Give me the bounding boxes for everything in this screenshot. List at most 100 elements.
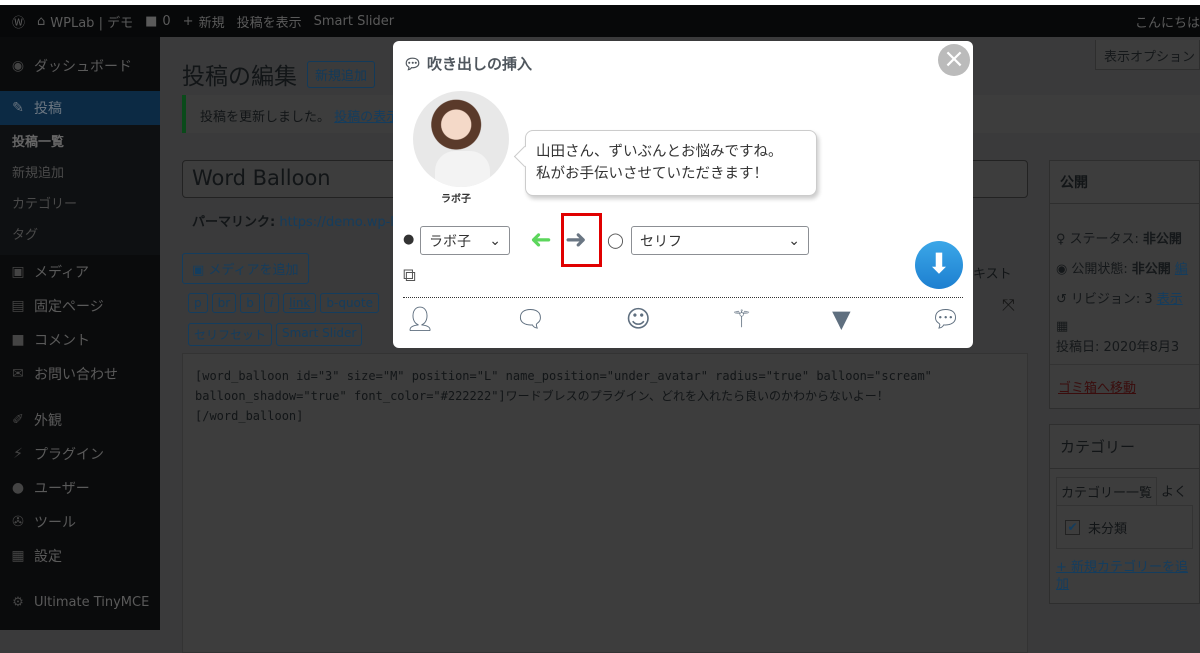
- dashboard-icon: ◉: [11, 58, 25, 74]
- publish-box: 公開 ♀ ステータス: 非公開 ◉ 公開状態: 非公開編 ↺ リビジョン: 3 表示 ▦…: [1049, 160, 1200, 409]
- site-link[interactable]: ⌂ WPLab | デモ: [37, 12, 133, 31]
- settings-icon: ▦: [11, 548, 25, 564]
- add-new-button[interactable]: 新規追加: [307, 60, 376, 88]
- plugin-icon: ⚡: [13, 446, 23, 462]
- quicktag-br[interactable]: br: [211, 293, 237, 313]
- sidebar-item-contact[interactable]: ✉ お問い合わせ: [0, 357, 160, 391]
- wrench-icon: ✇: [12, 514, 24, 530]
- smart-slider-link[interactable]: Smart Slider: [314, 14, 395, 29]
- greeting[interactable]: こんにちは: [1135, 12, 1200, 31]
- category-box: カテゴリー カテゴリー一覧 よく ✔ 未分類 + 新規カテゴリーを追加: [1049, 424, 1200, 604]
- screen-options-button[interactable]: 表示オプション: [1095, 40, 1200, 70]
- quicktag-serif-set[interactable]: セリフセット: [188, 323, 273, 346]
- sidebar-item-tools[interactable]: ✇ ツール: [0, 505, 160, 539]
- add-media-button[interactable]: ▣ メディアを追加: [182, 253, 309, 284]
- user-icon: ●: [403, 232, 415, 247]
- mail-icon: ✉: [12, 366, 24, 382]
- speech-bubble-icon: 💬︎: [403, 54, 423, 73]
- arrow-left-icon[interactable]: ➜: [530, 225, 552, 255]
- edit-visibility-link[interactable]: 編: [1175, 261, 1188, 278]
- gear-icon: ⚙: [12, 594, 24, 610]
- top-strip: [0, 0, 1200, 5]
- pin-icon: ✎: [12, 100, 24, 116]
- filter-tab-icon[interactable]: ▼: [832, 305, 850, 333]
- revision-link[interactable]: 表示: [1157, 291, 1183, 308]
- sidebar-item-ultimate-tinymce[interactable]: ⚙ Ultimate TinyMCE: [0, 585, 160, 619]
- permalink: パーマリンク: https://demo.wp-lab: [192, 215, 411, 230]
- eye-icon: ◉: [1056, 261, 1068, 277]
- sidebar-sub-categories[interactable]: カテゴリー: [0, 187, 160, 218]
- quicktag-bquote[interactable]: b-quote: [320, 293, 379, 313]
- copy-icon[interactable]: ⧉: [403, 265, 416, 286]
- dialog-title: 吹き出しの挿入: [427, 55, 533, 73]
- permalink-link[interactable]: https://demo.wp-lab: [279, 215, 410, 230]
- add-category-link[interactable]: + 新規カテゴリーを追加: [1056, 559, 1193, 593]
- media-icon: ▣: [192, 263, 209, 278]
- speech-bubble-outline-icon: ◯: [607, 231, 624, 249]
- sidebar-item-pages[interactable]: ▤ 固定ページ: [0, 289, 160, 323]
- quicktag-smart-slider[interactable]: Smart Slider: [276, 323, 363, 346]
- comment-icon: ■: [11, 332, 25, 348]
- pin-icon: ♀: [1056, 231, 1066, 247]
- date-row: ▦ 投稿日: 2020年8月3: [1056, 319, 1180, 355]
- tab-popular[interactable]: よく: [1157, 477, 1191, 505]
- sidebar-item-appearance[interactable]: ✐ 外観: [0, 403, 160, 437]
- sidebar-item-users[interactable]: ● ユーザー: [0, 471, 160, 505]
- sidebar-item-comments[interactable]: ■ コメント: [0, 323, 160, 357]
- view-post-link[interactable]: 投稿の表示: [334, 110, 399, 125]
- plus-icon: +: [182, 13, 194, 29]
- sidebar-item-dashboard[interactable]: ◉ ダッシュボード: [0, 49, 160, 83]
- sidebar: ◉ ダッシュボード ✎ 投稿 投稿一覧 新規追加 カテゴリー タグ ▣ メディア ▤ 固…: [0, 37, 160, 630]
- page-title: 投稿の編集: [182, 64, 297, 90]
- history-icon: ↺: [1056, 291, 1067, 307]
- insert-balloon-dialog: 💬︎ 吹き出しの挿入 × ラボ子 山田さん、ずいぶんとお悩みですね。 私がお手伝いさ…: [393, 41, 973, 348]
- quicktag-link[interactable]: link: [283, 293, 317, 313]
- sidebar-sub-add-new[interactable]: 新規追加: [0, 156, 160, 187]
- avatar-name: ラボ子: [441, 194, 471, 205]
- smiley-tab-icon[interactable]: ☺: [626, 305, 651, 333]
- balloon-type-select[interactable]: セリフ ⌄: [631, 226, 809, 255]
- sidebar-sub-tags[interactable]: タグ: [0, 218, 160, 255]
- divider: [403, 297, 963, 298]
- quicktag-p[interactable]: p: [188, 293, 208, 313]
- category-checkbox[interactable]: ✔: [1065, 519, 1080, 535]
- magic-wand-tab-icon[interactable]: ⚚: [731, 305, 753, 333]
- admin-bar: Ⓦ ⌂ WPLab | デモ ■ 0 + 新規 投稿を表示 Smart Slider …: [0, 5, 1200, 37]
- highlight-box: [561, 213, 602, 267]
- insert-download-button[interactable]: ⬇: [915, 241, 963, 289]
- right-column: 公開 ♀ ステータス: 非公開 ◉ 公開状態: 非公開編 ↺ リビジョン: 3 表示 ▦…: [1049, 160, 1200, 604]
- revision-row: ↺ リビジョン: 3 表示: [1056, 291, 1183, 308]
- close-button[interactable]: ×: [938, 44, 970, 76]
- category-box-title: カテゴリー: [1050, 425, 1199, 469]
- tab-all-categories[interactable]: カテゴリー一覧: [1056, 477, 1158, 505]
- status-row: ♀ ステータス: 非公開: [1056, 231, 1182, 247]
- comments-link[interactable]: ■ 0: [145, 14, 171, 29]
- quicktag-b[interactable]: b: [240, 293, 260, 313]
- trash-link[interactable]: ゴミ箱へ移動: [1050, 364, 1199, 408]
- view-post-link[interactable]: 投稿を表示: [237, 12, 302, 31]
- chevron-down-icon: ⌄: [788, 232, 800, 249]
- wordpress-logo-icon[interactable]: Ⓦ: [12, 12, 25, 31]
- content-textarea[interactable]: [word_balloon id="3" size="M" position="…: [182, 353, 1028, 653]
- sidebar-item-settings[interactable]: ▦ 設定: [0, 539, 160, 573]
- chat-dots-tab-icon[interactable]: 💬︎: [930, 305, 960, 333]
- quicktag-i[interactable]: i: [263, 293, 280, 313]
- publish-box-title: 公開: [1050, 161, 1199, 204]
- speech-balloon-preview[interactable]: 山田さん、ずいぶんとお悩みですね。 私がお手伝いさせていただきます！: [525, 130, 817, 196]
- chevron-down-icon: ⌄: [489, 232, 501, 249]
- sidebar-item-plugins[interactable]: ⚡ プラグイン: [0, 437, 160, 471]
- balloon-tab-icon[interactable]: 🗨︎: [515, 305, 545, 333]
- new-link[interactable]: + 新規: [183, 12, 225, 31]
- user-icon: ●: [11, 480, 25, 496]
- calendar-icon: ▦: [1056, 319, 1069, 334]
- category-label: 未分類: [1088, 521, 1128, 537]
- sidebar-item-media[interactable]: ▣ メディア: [0, 255, 160, 289]
- sidebar-item-posts[interactable]: ✎ 投稿: [0, 91, 160, 125]
- brush-icon: ✐: [12, 412, 24, 428]
- sidebar-sub-all-posts[interactable]: 投稿一覧: [0, 125, 160, 156]
- avatar-select[interactable]: ラボ子 ⌄: [420, 226, 510, 255]
- avatar[interactable]: [413, 91, 509, 187]
- visibility-row: ◉ 公開状態: 非公開編: [1056, 261, 1188, 278]
- avatar-tab-icon[interactable]: 👤︎: [405, 305, 435, 333]
- fullscreen-icon[interactable]: ⤧: [1002, 295, 1015, 315]
